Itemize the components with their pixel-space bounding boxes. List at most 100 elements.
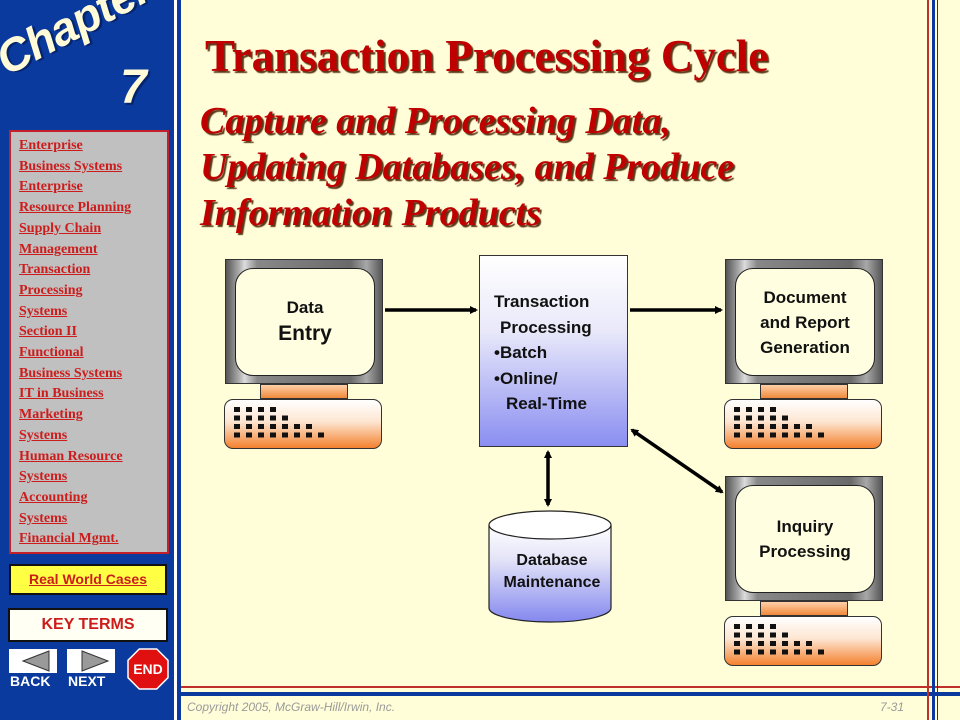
nav-link-accounting[interactable]: Accounting bbox=[19, 488, 167, 509]
tp-line: •Batch bbox=[494, 343, 548, 362]
nav-link-business-systems-1[interactable]: Business Systems bbox=[19, 157, 167, 178]
inquiry-screen: Inquiry Processing bbox=[735, 485, 875, 593]
keyboard-icon bbox=[724, 399, 882, 449]
keyboard-key bbox=[758, 424, 764, 429]
keyboard-key bbox=[270, 424, 276, 429]
arrow-processing-inquiry bbox=[630, 428, 724, 494]
back-button[interactable] bbox=[9, 649, 57, 673]
keyboard-key bbox=[770, 407, 776, 412]
monitor-stand bbox=[260, 384, 348, 399]
data-entry-line1: Data bbox=[286, 298, 324, 317]
nav-link-marketing[interactable]: Marketing bbox=[19, 405, 167, 426]
nav-link-processing[interactable]: Processing bbox=[19, 281, 167, 302]
keyboard-key bbox=[270, 415, 276, 421]
nav-link-supply-chain[interactable]: Supply Chain bbox=[19, 219, 167, 240]
nav-link-enterprise-2[interactable]: Enterprise bbox=[19, 177, 167, 198]
keyboard-key bbox=[306, 424, 312, 429]
keyboard-key bbox=[758, 407, 764, 412]
keyboard-key bbox=[734, 624, 740, 629]
next-label: NEXT bbox=[68, 673, 106, 689]
nav-link-financial-mgmt[interactable]: Financial Mgmt. bbox=[19, 529, 167, 550]
keyboard-key bbox=[758, 632, 764, 638]
inquiry-processing-computer: Inquiry Processing bbox=[724, 476, 883, 668]
nav-link-systems-1[interactable]: Systems bbox=[19, 302, 167, 323]
keyboard-key bbox=[282, 432, 288, 438]
nav-link-it-in-business[interactable]: IT in Business bbox=[19, 384, 167, 405]
keyboard-key bbox=[770, 649, 776, 655]
next-button[interactable] bbox=[67, 649, 115, 673]
keyboard-key bbox=[234, 415, 240, 421]
chapter-logo: Chapter 7 bbox=[0, 0, 160, 124]
nav-link-transaction[interactable]: Transaction bbox=[19, 260, 167, 281]
data-entry-computer: Data Entry bbox=[224, 259, 383, 451]
keyboard-key bbox=[770, 624, 776, 629]
keyboard-key bbox=[234, 424, 240, 429]
keyboard-key bbox=[234, 407, 240, 412]
doc-line: Document bbox=[763, 287, 847, 307]
nav-link-management[interactable]: Management bbox=[19, 240, 167, 261]
end-label: END bbox=[133, 661, 163, 677]
nav-link-systems-4[interactable]: Systems bbox=[19, 509, 167, 530]
keyboard-key bbox=[782, 424, 788, 429]
inquiry-line: Inquiry bbox=[776, 517, 834, 536]
keyboard-key bbox=[770, 432, 776, 438]
keyboard-key bbox=[758, 624, 764, 629]
keyboard-key bbox=[306, 432, 312, 438]
right-rule-blue-thin bbox=[937, 0, 938, 720]
keyboard-key bbox=[806, 641, 812, 646]
subtitle-line: Updating Databases, and Produce bbox=[200, 146, 735, 188]
keyboard-key bbox=[746, 649, 752, 655]
keyboard-key bbox=[806, 432, 812, 438]
nav-link-section-ii[interactable]: Section II bbox=[19, 322, 167, 343]
keyboard-key bbox=[734, 649, 740, 655]
keyboard-key bbox=[806, 649, 812, 655]
keyboard-key bbox=[270, 432, 276, 438]
keyboard-key bbox=[746, 407, 752, 412]
keyboard-key bbox=[794, 641, 800, 646]
keyboard-key bbox=[770, 632, 776, 638]
keyboard-key bbox=[246, 432, 252, 438]
keyboard-key bbox=[746, 415, 752, 421]
sidebar-divider-blue bbox=[177, 0, 181, 720]
doc-line: Generation bbox=[760, 337, 850, 357]
nav-link-systems-2[interactable]: Systems bbox=[19, 426, 167, 447]
keyboard-key bbox=[746, 641, 752, 646]
nav-link-functional[interactable]: Functional bbox=[19, 343, 167, 364]
transaction-processing-box: Transaction Processing •Batch •Online/ R… bbox=[479, 255, 628, 447]
keyboard-key bbox=[782, 632, 788, 638]
keyboard-key bbox=[782, 641, 788, 646]
keyboard-key bbox=[734, 407, 740, 412]
keyboard-key bbox=[258, 432, 264, 438]
end-button[interactable]: END bbox=[127, 648, 169, 690]
tp-line: Transaction bbox=[494, 292, 590, 311]
db-line: Maintenance bbox=[503, 574, 601, 591]
data-entry-line2: Entry bbox=[278, 322, 332, 345]
nav-link-systems-3[interactable]: Systems bbox=[19, 467, 167, 488]
keyboard-key bbox=[246, 407, 252, 412]
tp-line: •Online/ bbox=[494, 368, 558, 388]
keyboard-key bbox=[734, 641, 740, 646]
database-label: Database Maintenance bbox=[488, 550, 616, 594]
chapter-number: 7 bbox=[120, 61, 147, 114]
keyboard-key bbox=[294, 424, 300, 429]
nav-link-enterprise-1[interactable]: Enterprise bbox=[19, 136, 167, 157]
slide-title: Transaction Processing Cycle bbox=[205, 31, 769, 81]
slide-subtitle: Capture and Processing Data, Updating Da… bbox=[200, 98, 734, 236]
keyboard-key bbox=[246, 415, 252, 421]
keyboard-key bbox=[294, 432, 300, 438]
database-maintenance-cylinder: Database Maintenance bbox=[488, 510, 612, 623]
keyboard-key bbox=[770, 641, 776, 646]
keyboard-key bbox=[746, 432, 752, 438]
keyboard-key bbox=[746, 624, 752, 629]
nav-link-resource-planning[interactable]: Resource Planning bbox=[19, 198, 167, 219]
keyboard-key bbox=[734, 432, 740, 438]
monitor-icon: Inquiry Processing bbox=[725, 476, 883, 601]
db-line: Database bbox=[516, 552, 588, 569]
key-terms-button[interactable]: KEY TERMS bbox=[8, 608, 168, 642]
copyright-text: Copyright 2005, McGraw-Hill/Irwin, Inc. bbox=[187, 700, 396, 714]
real-world-cases-button[interactable]: Real World Cases bbox=[9, 564, 167, 595]
keyboard-key bbox=[258, 415, 264, 421]
nav-link-human-resource[interactable]: Human Resource bbox=[19, 447, 167, 468]
keyboard-key bbox=[782, 432, 788, 438]
nav-link-business-systems-2[interactable]: Business Systems bbox=[19, 364, 167, 385]
